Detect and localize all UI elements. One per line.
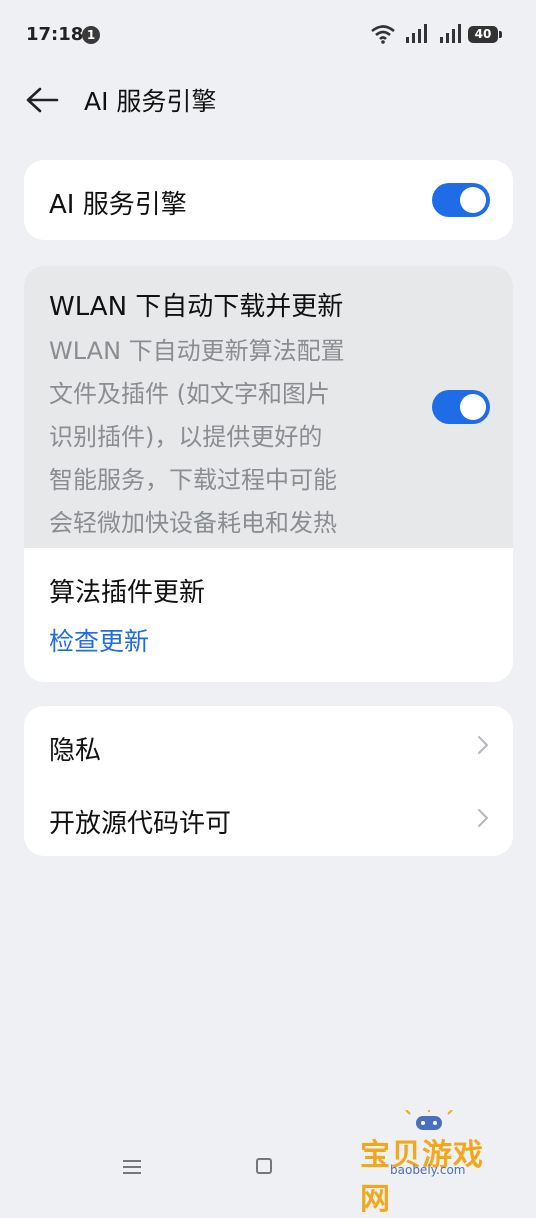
open-source-row[interactable]: 开放源代码许可 — [24, 781, 513, 856]
check-update-link[interactable]: 检查更新 — [49, 622, 149, 658]
ai-engine-toggle[interactable] — [432, 183, 490, 217]
gamepad-icon — [405, 1110, 453, 1130]
description-line: 会轻微加快设备耗电和发热 — [49, 509, 337, 537]
watermark: 宝贝游戏网 baobeiy.com — [352, 1110, 502, 1217]
description-line: 文件及插件 (如文字和图片 — [49, 380, 330, 408]
wifi-icon — [371, 25, 395, 44]
toggle-knob — [460, 187, 486, 213]
home-icon[interactable] — [256, 1158, 272, 1174]
watermark-url: baobeiy.com — [390, 1163, 466, 1177]
back-arrow-icon[interactable] — [24, 86, 60, 114]
update-settings-card: WLAN 下自动下载并更新 WLAN 下自动更新算法配置 文件及插件 (如文字和… — [24, 266, 513, 682]
description-line: 识别插件)，以提供更好的 — [49, 423, 323, 451]
open-source-label: 开放源代码许可 — [49, 809, 232, 839]
wlan-auto-update-description: WLAN 下自动更新算法配置 文件及插件 (如文字和图片 识别插件)，以提供更好… — [49, 330, 409, 545]
header: AI 服务引擎 — [0, 70, 536, 130]
notification-badge: 1 — [82, 26, 100, 44]
page-title: AI 服务引擎 — [84, 87, 217, 116]
wlan-auto-update-title: WLAN 下自动下载并更新 — [49, 292, 344, 322]
info-card: 隐私 开放源代码许可 — [24, 706, 513, 856]
ai-engine-card: AI 服务引擎 — [24, 160, 513, 240]
status-time: 17:18 — [26, 24, 84, 45]
ai-engine-label: AI 服务引擎 — [49, 190, 187, 220]
wlan-auto-update-toggle[interactable] — [432, 390, 490, 424]
signal-icon-secondary — [440, 24, 461, 43]
chevron-right-icon — [478, 736, 488, 754]
status-bar: 17:18 1 40 — [0, 0, 536, 70]
plugin-update-title: 算法插件更新 — [49, 578, 206, 608]
privacy-label: 隐私 — [49, 736, 102, 766]
signal-icon — [406, 24, 427, 43]
privacy-row[interactable]: 隐私 — [24, 706, 513, 781]
description-line: 智能服务，下载过程中可能 — [49, 466, 337, 494]
battery-icon: 40 — [468, 26, 502, 43]
wlan-auto-update-row[interactable]: WLAN 下自动下载并更新 WLAN 下自动更新算法配置 文件及插件 (如文字和… — [24, 266, 513, 548]
description-line: WLAN 下自动更新算法配置 — [49, 337, 345, 365]
chevron-right-icon — [478, 809, 488, 827]
toggle-knob — [460, 394, 486, 420]
menu-icon[interactable] — [122, 1158, 142, 1176]
